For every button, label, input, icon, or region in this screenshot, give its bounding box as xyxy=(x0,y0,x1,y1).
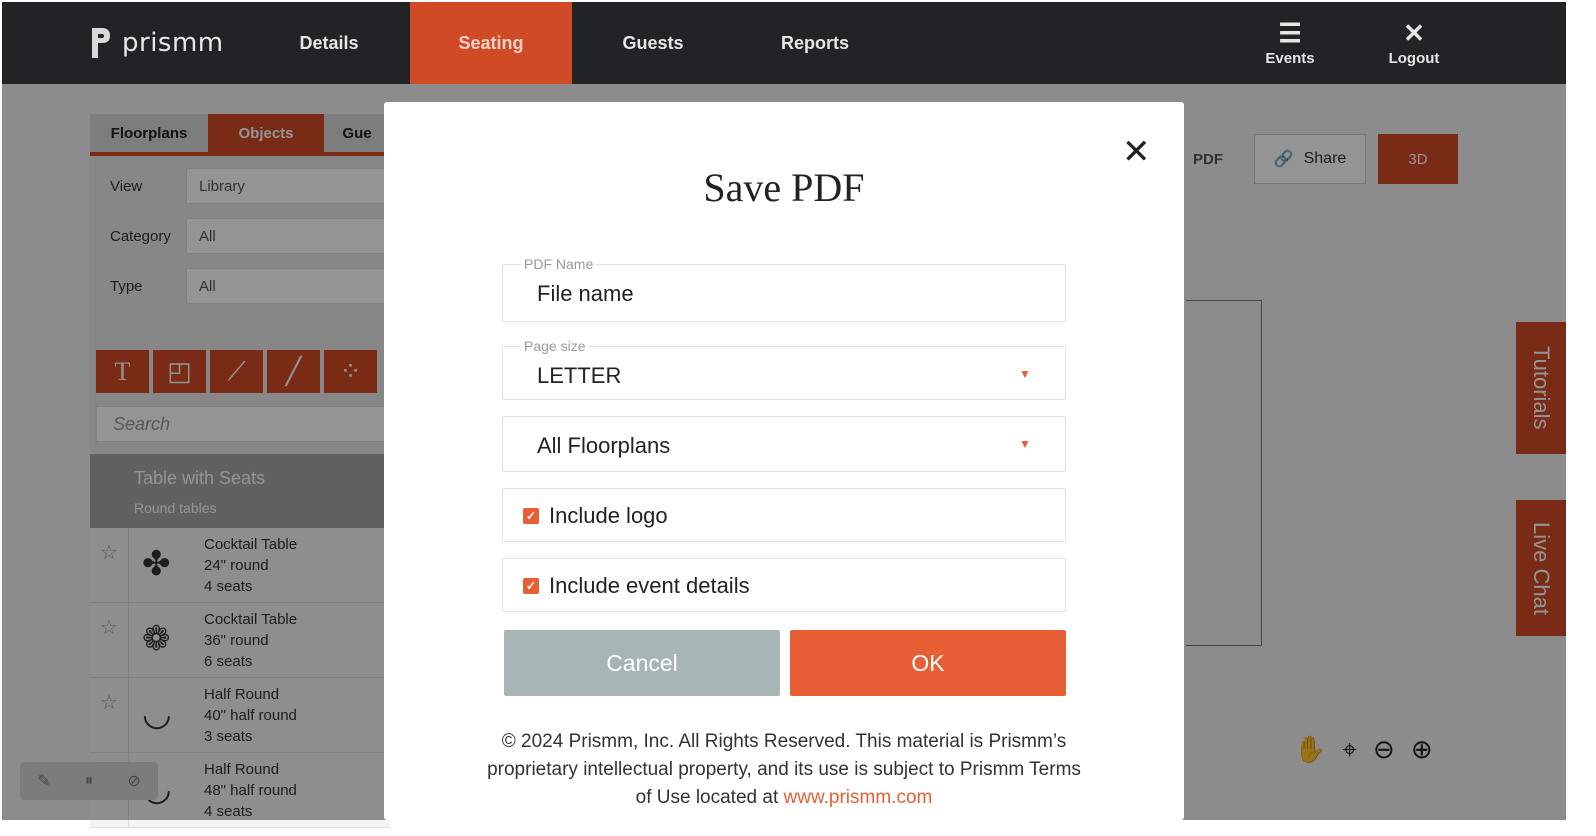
caret-down-icon: ▼ xyxy=(1019,367,1031,381)
nav-tab-reports[interactable]: Reports xyxy=(734,2,896,84)
prismm-website-link[interactable]: www.prismm.com xyxy=(784,787,933,808)
page-size-legend: Page size xyxy=(521,338,589,354)
floorplans-select[interactable]: All Floorplans ▼ xyxy=(502,416,1066,472)
include-logo-label: Include logo xyxy=(549,503,668,528)
prismm-logo[interactable]: prismm xyxy=(90,26,224,60)
top-navigation-bar: prismm Details Seating Guests Reports ☰ … xyxy=(2,2,1566,84)
page-size-value: LETTER xyxy=(537,363,622,388)
include-logo-checkbox[interactable]: ✓ xyxy=(523,508,539,524)
include-event-details-checkbox[interactable]: ✓ xyxy=(523,578,539,594)
nav-tab-guests[interactable]: Guests xyxy=(572,2,734,84)
pdf-name-legend: PDF Name xyxy=(521,256,597,272)
include-logo-option[interactable]: ✓ Include logo xyxy=(502,488,1066,542)
page-size-select[interactable]: Page size LETTER ▼ xyxy=(502,338,1066,400)
floorplans-value: All Floorplans xyxy=(537,433,671,458)
ok-button[interactable]: OK xyxy=(790,630,1066,696)
events-button[interactable]: ☰ Events xyxy=(1258,18,1322,67)
cancel-button[interactable]: Cancel xyxy=(504,630,780,696)
include-event-details-option[interactable]: ✓ Include event details xyxy=(502,558,1066,612)
save-pdf-dialog: ✕ Save PDF PDF Name File name Page size … xyxy=(384,102,1184,820)
logout-button[interactable]: ✕ Logout xyxy=(1382,18,1446,67)
nav-tab-details[interactable]: Details xyxy=(248,2,410,84)
copyright-notice: © 2024 Prismm, Inc. All Rights Reserved.… xyxy=(484,728,1084,812)
nav-tab-seating[interactable]: Seating xyxy=(410,2,572,84)
pdf-name-field[interactable]: PDF Name File name xyxy=(502,256,1066,322)
hamburger-menu-icon: ☰ xyxy=(1278,18,1302,48)
close-icon: ✕ xyxy=(1403,18,1425,48)
prismm-logo-icon xyxy=(92,28,110,58)
logout-label: Logout xyxy=(1388,50,1440,67)
dialog-title: Save PDF xyxy=(703,165,865,210)
caret-down-icon: ▼ xyxy=(1019,437,1031,451)
include-event-details-label: Include event details xyxy=(549,573,750,598)
events-label: Events xyxy=(1265,50,1315,67)
brand-name: prismm xyxy=(122,28,224,58)
pdf-name-input[interactable]: File name xyxy=(537,281,634,307)
